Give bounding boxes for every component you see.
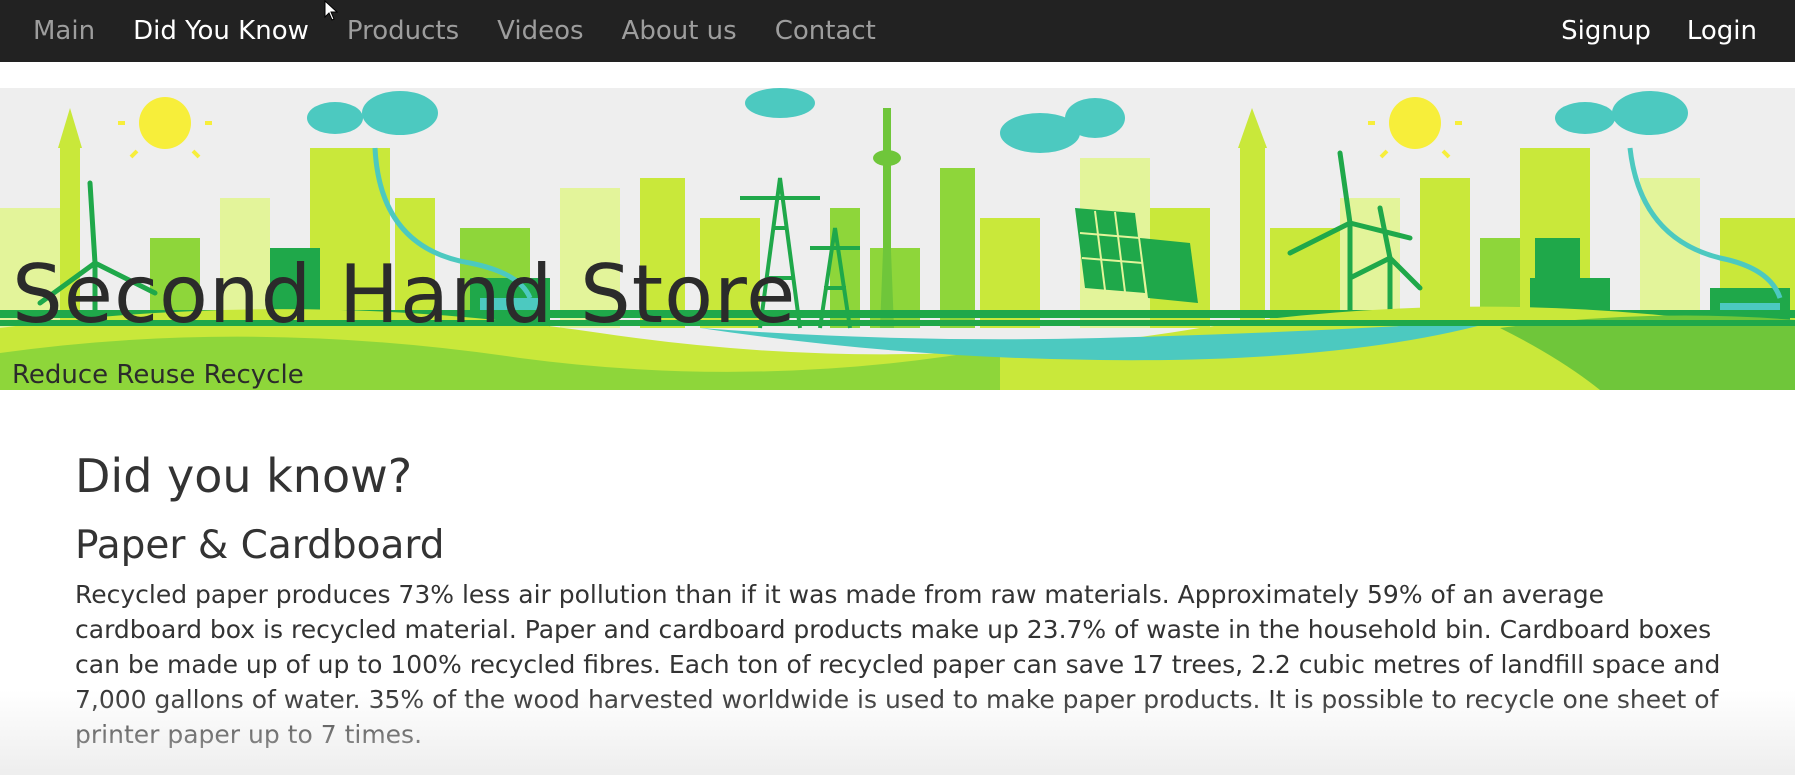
nav-link-videos[interactable]: Videos [478, 0, 602, 62]
mouse-cursor-icon [324, 0, 339, 21]
section-paragraph: Recycled paper produces 73% less air pol… [75, 580, 1721, 749]
banner-subtitle: Reduce Reuse Recycle [12, 360, 304, 390]
nav-link-contact[interactable]: Contact [756, 0, 895, 62]
main-content: Did you know? Paper & Cardboard Recycled… [75, 445, 1725, 752]
hero-banner: Second Hand Store Reduce Reuse Recycle [0, 88, 1795, 390]
signup-link[interactable]: Signup [1543, 0, 1669, 62]
login-link[interactable]: Login [1669, 0, 1775, 62]
nav-link-products[interactable]: Products [328, 0, 478, 62]
nav-link-did-you-know[interactable]: Did You Know [114, 0, 328, 62]
top-navbar: Main Did You Know Products Videos About … [0, 0, 1795, 62]
city-skyline-illustration [0, 88, 1795, 390]
banner-title: Second Hand Store [12, 248, 797, 341]
section-heading: Paper & Cardboard [75, 523, 445, 568]
page-heading: Did you know? [75, 449, 413, 503]
nav-left-group: Main Did You Know Products Videos About … [0, 0, 895, 62]
nav-right-group: Signup Login [1543, 0, 1795, 62]
nav-link-main[interactable]: Main [14, 0, 114, 62]
nav-link-about-us[interactable]: About us [603, 0, 756, 62]
